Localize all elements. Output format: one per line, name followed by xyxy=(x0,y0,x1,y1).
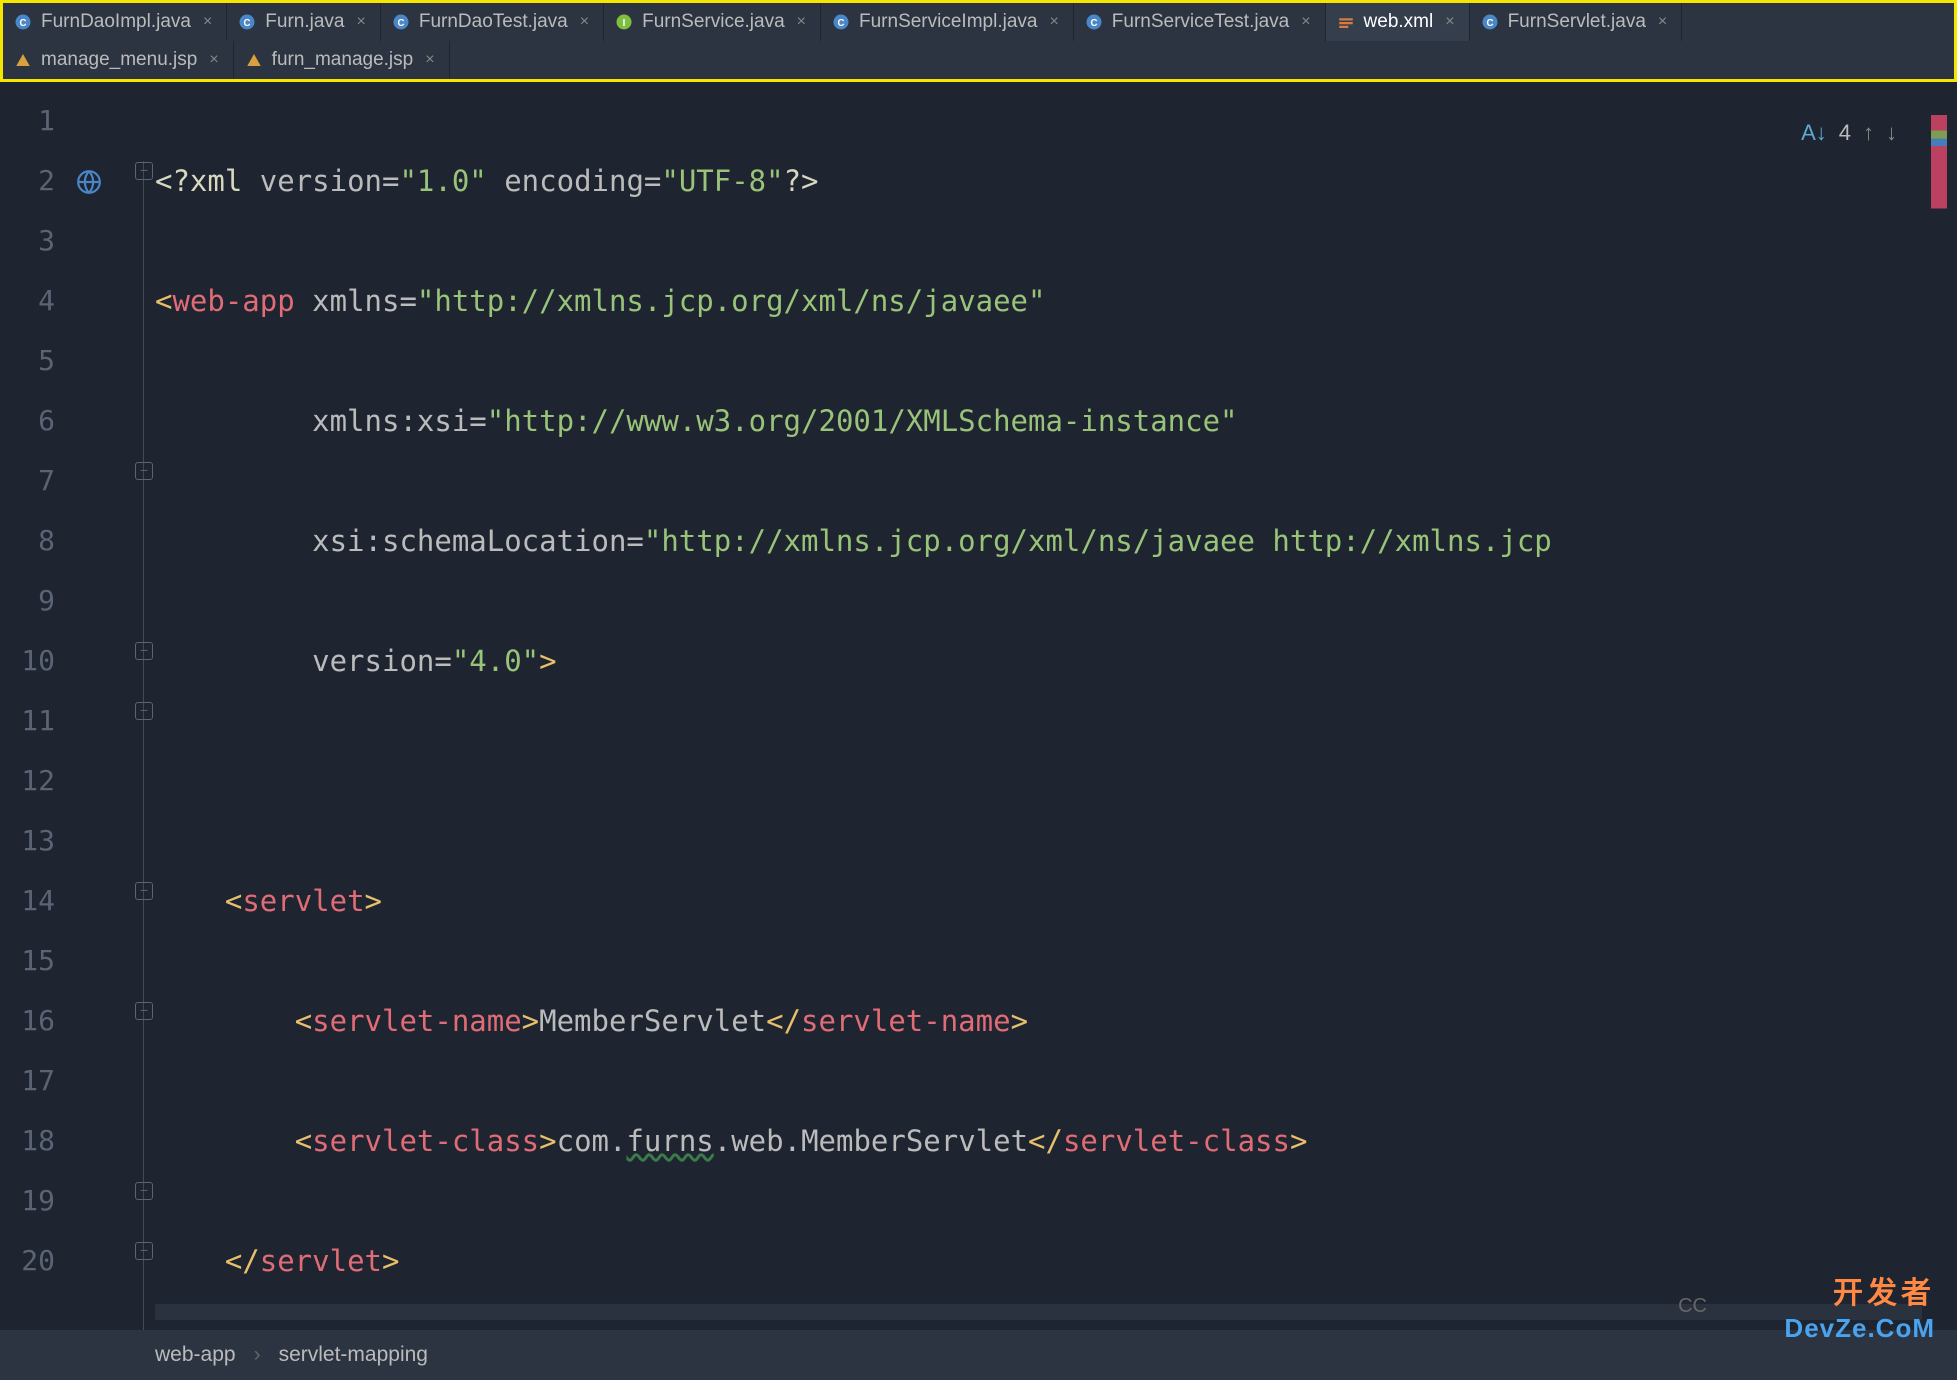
line-number: 9 xyxy=(0,571,55,631)
case-sensitive-icon[interactable]: A↓ xyxy=(1801,120,1827,146)
tab-FurnService-java[interactable]: I FurnService.java × xyxy=(604,3,821,41)
line-number: 7 xyxy=(0,451,55,511)
jsp-icon xyxy=(13,50,33,70)
editor: 1234567891011121314151617181920 − − − − … xyxy=(0,82,1957,1307)
chevron-right-icon: › xyxy=(254,1343,261,1367)
tab-label: Furn.java xyxy=(265,11,344,33)
line-number: 14 xyxy=(0,871,55,931)
close-icon[interactable]: × xyxy=(421,51,438,69)
svg-text:C: C xyxy=(1090,18,1097,29)
close-icon[interactable]: × xyxy=(353,13,370,31)
close-icon[interactable]: × xyxy=(1654,13,1671,31)
java-icon: C xyxy=(831,12,851,32)
line-number: 5 xyxy=(0,331,55,391)
close-icon[interactable]: × xyxy=(199,13,216,31)
line-number: 1 xyxy=(0,91,55,151)
line-number: 17 xyxy=(0,1051,55,1111)
line-number: 20 xyxy=(0,1231,55,1291)
close-icon[interactable]: × xyxy=(1045,13,1062,31)
java-icon: C xyxy=(237,12,257,32)
find-toolbar: A↓ 4 ↑ ↓ xyxy=(1801,120,1897,146)
horizontal-scrollbar[interactable] xyxy=(155,1304,1922,1320)
java-icon: C xyxy=(1480,12,1500,32)
tab-label: FurnServlet.java xyxy=(1508,11,1646,33)
editor-tabs: C FurnDaoImpl.java × C Furn.java × C FurnDaoTes… xyxy=(0,0,1957,82)
line-number: 2 xyxy=(0,151,55,211)
jsp-icon xyxy=(244,50,264,70)
tab-FurnDaoImpl-java[interactable]: C FurnDaoImpl.java × xyxy=(3,3,227,41)
line-number: 18 xyxy=(0,1111,55,1171)
line-number: 19 xyxy=(0,1171,55,1231)
tab-FurnServiceImpl-java[interactable]: C FurnServiceImpl.java × xyxy=(821,3,1074,41)
line-number: 10 xyxy=(0,631,55,691)
tab-FurnServiceTest-java[interactable]: C FurnServiceTest.java × xyxy=(1074,3,1326,41)
tab-label: furn_manage.jsp xyxy=(272,49,414,71)
tab-label: FurnServiceImpl.java xyxy=(859,11,1037,33)
watermark-cc: CC xyxy=(1678,1295,1707,1318)
close-icon[interactable]: × xyxy=(1441,13,1458,31)
tab-FurnServlet-java[interactable]: C FurnServlet.java × xyxy=(1470,3,1683,41)
xml-pi: <? xyxy=(155,164,190,198)
svg-text:C: C xyxy=(19,18,26,29)
line-number-gutter: 1234567891011121314151617181920 xyxy=(0,82,70,1307)
close-icon[interactable]: × xyxy=(205,51,222,69)
watermark-cn: 开发者 xyxy=(1833,1268,1935,1312)
breadcrumb: web-app › servlet-mapping xyxy=(0,1330,1957,1380)
minimap[interactable] xyxy=(1931,115,1947,375)
fold-toggle[interactable]: − xyxy=(135,1182,153,1200)
svg-text:C: C xyxy=(397,18,404,29)
line-number: 6 xyxy=(0,391,55,451)
gutter-icons xyxy=(70,82,135,1307)
tab-label: FurnServiceTest.java xyxy=(1112,11,1289,33)
tab-Furn-java[interactable]: C Furn.java × xyxy=(227,3,381,41)
fold-toggle[interactable]: − xyxy=(135,642,153,660)
fold-toggle[interactable]: − xyxy=(135,882,153,900)
java-icon: C xyxy=(391,12,411,32)
line-number: 8 xyxy=(0,511,55,571)
svg-text:I: I xyxy=(623,18,626,29)
line-number: 12 xyxy=(0,751,55,811)
svg-text:C: C xyxy=(1486,18,1493,29)
close-icon[interactable]: × xyxy=(576,13,593,31)
close-icon[interactable]: × xyxy=(1297,13,1314,31)
tab-FurnDaoTest-java[interactable]: C FurnDaoTest.java × xyxy=(381,3,604,41)
svg-text:C: C xyxy=(244,18,251,29)
interface-icon: I xyxy=(614,12,634,32)
tab-manage_menu-jsp[interactable]: manage_menu.jsp × xyxy=(3,41,234,79)
fold-toggle[interactable]: − xyxy=(135,702,153,720)
xml-icon xyxy=(1336,12,1356,32)
tab-label: FurnDaoImpl.java xyxy=(41,11,191,33)
java-icon: C xyxy=(1084,12,1104,32)
tab-label: manage_menu.jsp xyxy=(41,49,197,71)
watermark-en: DevZe.CoM xyxy=(1784,1313,1935,1344)
code-area[interactable]: <?xml version="1.0" encoding="UTF-8"?> <… xyxy=(155,82,1957,1307)
prev-match-icon[interactable]: ↑ xyxy=(1863,120,1874,146)
tab-label: FurnDaoTest.java xyxy=(419,11,568,33)
line-number: 3 xyxy=(0,211,55,271)
breadcrumb-item[interactable]: web-app xyxy=(155,1343,236,1367)
globe-icon xyxy=(76,157,102,217)
fold-toggle[interactable]: − xyxy=(135,1002,153,1020)
line-number: 16 xyxy=(0,991,55,1051)
close-icon[interactable]: × xyxy=(793,13,810,31)
line-number: 15 xyxy=(0,931,55,991)
next-match-icon[interactable]: ↓ xyxy=(1886,120,1897,146)
line-number: 13 xyxy=(0,811,55,871)
tab-label: web.xml xyxy=(1364,11,1434,33)
svg-text:C: C xyxy=(837,18,844,29)
fold-toggle[interactable]: − xyxy=(135,1242,153,1260)
match-count: 4 xyxy=(1839,120,1851,146)
tab-label: FurnService.java xyxy=(642,11,785,33)
fold-toggle[interactable]: − xyxy=(135,162,153,180)
java-icon: C xyxy=(13,12,33,32)
tab-furn_manage-jsp[interactable]: furn_manage.jsp × xyxy=(234,41,450,79)
fold-column: − − − − − − − − xyxy=(135,82,155,1307)
tab-web-xml[interactable]: web.xml × xyxy=(1326,3,1470,41)
line-number: 4 xyxy=(0,271,55,331)
line-number: 11 xyxy=(0,691,55,751)
breadcrumb-item[interactable]: servlet-mapping xyxy=(279,1343,428,1367)
fold-toggle[interactable]: − xyxy=(135,462,153,480)
